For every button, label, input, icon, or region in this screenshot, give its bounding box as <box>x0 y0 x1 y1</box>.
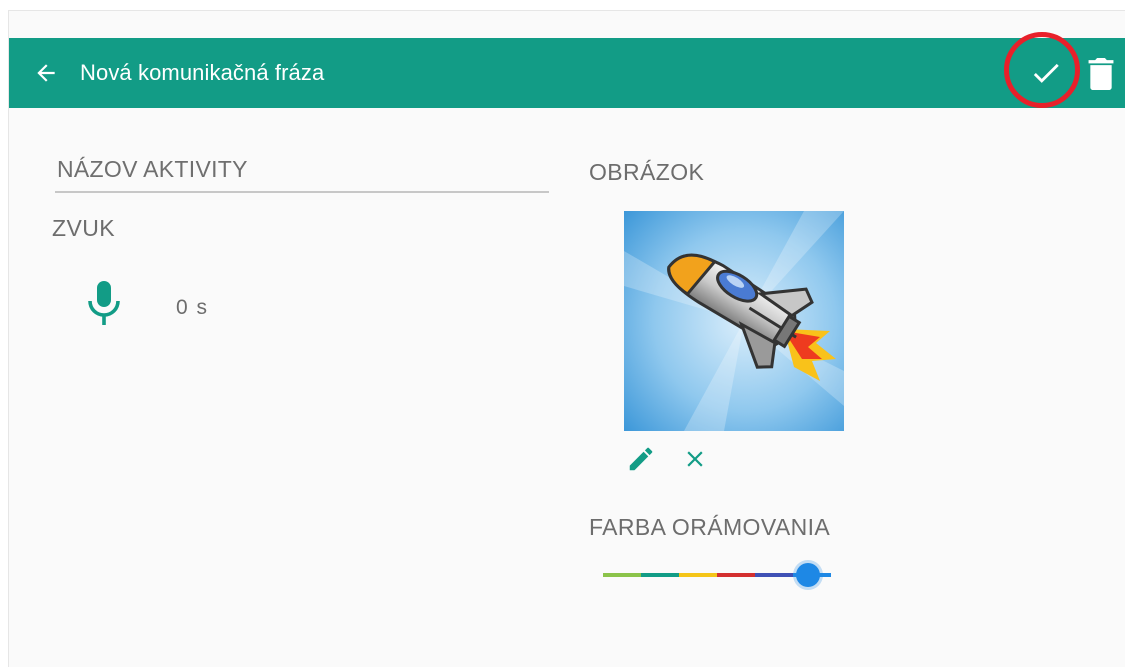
app-window: Nová komunikačná fráza ZVUK 0 s OBRÁZOK <box>8 10 1125 667</box>
checkmark-icon <box>1033 63 1059 83</box>
image-label: OBRÁZOK <box>589 159 705 185</box>
microphone-icon <box>88 281 120 325</box>
app-toolbar: Nová komunikačná fráza <box>9 32 1125 108</box>
remove-image-button[interactable] <box>682 446 708 472</box>
delete-button[interactable] <box>1088 58 1114 90</box>
record-sound-button[interactable] <box>87 281 121 327</box>
close-icon <box>687 451 703 467</box>
border-color-segment <box>641 573 679 577</box>
back-button[interactable] <box>33 60 59 86</box>
sound-label: ZVUK <box>52 215 115 241</box>
edit-image-button[interactable] <box>626 444 656 474</box>
trash-icon <box>1088 58 1114 90</box>
arrow-left-icon <box>37 64 55 82</box>
rocket-image <box>624 211 844 431</box>
activity-image[interactable] <box>624 211 844 431</box>
confirm-button[interactable] <box>1029 56 1063 90</box>
activity-name-input[interactable] <box>55 151 551 187</box>
page-title: Nová komunikačná fráza <box>80 60 325 85</box>
border-color-slider[interactable] <box>603 563 839 587</box>
border-color-segment <box>679 573 717 577</box>
activity-name-field[interactable] <box>55 151 551 193</box>
border-color-thumb[interactable] <box>796 563 821 587</box>
pencil-icon <box>629 447 653 471</box>
border-color-segment <box>755 573 793 577</box>
border-color-label: FARBA ORÁMOVANIA <box>589 514 831 540</box>
border-color-segment <box>717 573 755 577</box>
border-color-segment <box>603 573 641 577</box>
sound-duration: 0 s <box>176 296 209 319</box>
